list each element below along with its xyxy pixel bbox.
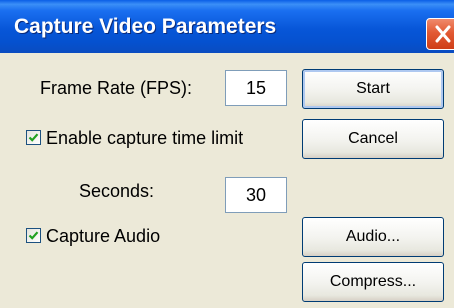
capture-audio-label[interactable]: Capture Audio	[46, 225, 160, 247]
seconds-input[interactable]: 30	[225, 177, 287, 213]
audio-button[interactable]: Audio...	[302, 217, 444, 257]
close-button[interactable]	[426, 18, 454, 50]
checkmark-icon	[28, 231, 39, 240]
checkmark-icon	[28, 133, 39, 142]
frame-rate-label: Frame Rate (FPS):	[40, 78, 193, 98]
time-limit-label[interactable]: Enable capture time limit	[46, 127, 243, 149]
window-title: Capture Video Parameters	[14, 15, 277, 38]
cancel-button[interactable]: Cancel	[302, 119, 444, 159]
title-bar[interactable]: Capture Video Parameters	[0, 0, 454, 53]
time-limit-checkbox[interactable]	[26, 130, 41, 145]
dialog-window: Capture Video Parameters Frame Rate (FPS…	[0, 0, 454, 308]
compress-button[interactable]: Compress...	[302, 262, 444, 302]
close-icon	[435, 25, 451, 43]
frame-rate-input[interactable]: 15	[225, 70, 287, 106]
start-button[interactable]: Start	[302, 69, 444, 109]
capture-audio-checkbox[interactable]	[26, 228, 41, 243]
seconds-label: Seconds:	[79, 181, 155, 201]
